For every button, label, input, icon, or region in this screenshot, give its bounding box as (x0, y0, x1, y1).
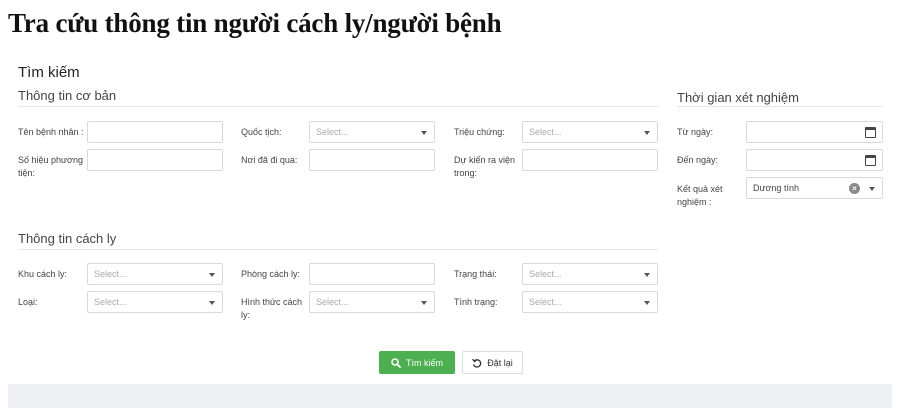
test-result-label: Kết quả xét nghiệm : (677, 184, 723, 207)
test-result-value: Dương tính (753, 183, 799, 193)
type-label: Loại: (18, 297, 38, 307)
from-date-input[interactable] (746, 121, 883, 143)
visited-places-label: Nơi đã đi qua: (241, 155, 298, 165)
to-date-input[interactable] (746, 149, 883, 171)
patient-name-label: Tên bệnh nhân : (18, 127, 84, 137)
test-time-divider (677, 106, 882, 107)
from-date-label: Từ ngày: (677, 127, 714, 137)
symptoms-placeholder: Select... (529, 127, 562, 137)
nationality-select[interactable]: Select... (309, 121, 435, 143)
basic-info-divider (18, 106, 658, 107)
condition-select[interactable]: Select... (522, 291, 658, 313)
chevron-down-icon (644, 301, 650, 305)
quarantine-area-placeholder: Select... (94, 269, 127, 279)
basic-info-title: Thông tin cơ bản (18, 88, 117, 103)
type-select[interactable]: Select... (87, 291, 223, 313)
page-title: Tra cứu thông tin người cách ly/người bệ… (8, 8, 502, 38)
quarantine-room-input[interactable] (309, 263, 435, 285)
status-select[interactable]: Select... (522, 263, 658, 285)
reset-button[interactable]: Đặt lại (462, 351, 523, 374)
chevron-down-icon (644, 273, 650, 277)
chevron-down-icon (209, 301, 215, 305)
search-button-label: Tìm kiếm (406, 357, 443, 368)
visited-places-input[interactable] (309, 149, 435, 171)
chevron-down-icon (869, 187, 875, 191)
search-button[interactable]: Tìm kiếm (379, 351, 455, 374)
to-date-label: Đến ngày: (677, 155, 719, 165)
reset-button-label: Đặt lại (487, 357, 513, 368)
results-panel-top (8, 384, 892, 408)
quarantine-area-select[interactable]: Select... (87, 263, 223, 285)
vehicle-number-input[interactable] (87, 149, 223, 171)
search-heading: Tìm kiếm (18, 64, 80, 81)
vehicle-number-label: Số hiệu phương tiện: (18, 155, 83, 178)
search-icon (391, 357, 401, 368)
clear-icon[interactable]: × (849, 183, 860, 194)
quarantine-form-placeholder: Select... (316, 297, 349, 307)
symptoms-select[interactable]: Select... (522, 121, 658, 143)
test-time-title: Thời gian xét nghiệm (677, 90, 799, 105)
quarantine-form-select[interactable]: Select... (309, 291, 435, 313)
test-result-select[interactable]: Dương tính × (746, 177, 883, 199)
chevron-down-icon (421, 301, 427, 305)
chevron-down-icon (209, 273, 215, 277)
nationality-placeholder: Select... (316, 127, 349, 137)
symptoms-label: Triệu chứng: (454, 127, 505, 137)
discharge-input[interactable] (522, 149, 658, 171)
chevron-down-icon (644, 131, 650, 135)
type-placeholder: Select... (94, 297, 127, 307)
calendar-icon[interactable] (865, 127, 876, 138)
chevron-down-icon (421, 131, 427, 135)
quarantine-room-label: Phòng cách ly: (241, 269, 301, 279)
patient-name-input[interactable] (87, 121, 223, 143)
status-placeholder: Select... (529, 269, 562, 279)
quarantine-info-divider (18, 249, 658, 250)
nationality-label: Quốc tịch: (241, 127, 282, 137)
discharge-label: Dự kiến ra viện trong: (454, 155, 516, 178)
undo-icon (472, 358, 482, 368)
quarantine-info-title: Thông tin cách ly (18, 231, 117, 246)
calendar-icon[interactable] (865, 155, 876, 166)
quarantine-form-label: Hình thức cách ly: (241, 297, 303, 320)
condition-placeholder: Select... (529, 297, 562, 307)
condition-label: Tình trạng: (454, 297, 498, 307)
status-label: Trạng thái: (454, 269, 497, 279)
quarantine-area-label: Khu cách ly: (18, 269, 68, 279)
